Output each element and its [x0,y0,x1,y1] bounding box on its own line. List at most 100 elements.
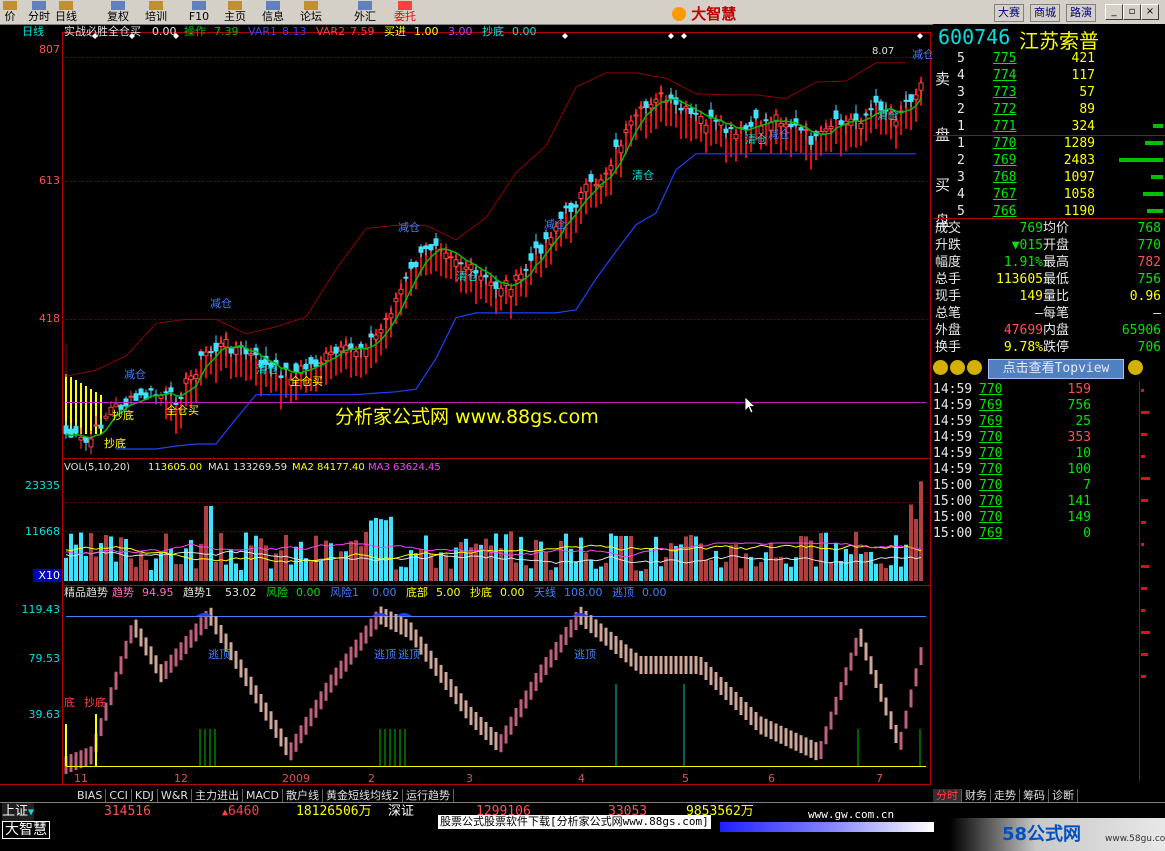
toolbar-icon [266,1,280,10]
indicator-tab-4[interactable]: 主力进出 [192,789,243,803]
stat-key: 换手 [935,340,962,355]
stock-code: 600746 [938,25,1011,49]
volume-bar [319,561,323,581]
toolbar-button-8[interactable]: 论坛 [296,0,326,24]
restore-icon[interactable]: ▫ [1123,4,1141,20]
volume-bar [784,563,788,581]
index-sz-label[interactable]: 深证 [388,803,414,820]
tick-row: 14:59 770 353 [933,429,1165,446]
volume-bar [334,559,338,581]
toolbar-button-3[interactable]: 复权 [104,0,132,24]
toolbar-label: 信息 [262,10,284,23]
candle-body [183,378,189,384]
toolbar-button-5[interactable]: F10 [186,0,212,24]
candle-body [148,388,154,391]
indicator-tab-7[interactable]: 黄金短线均线2 [323,789,403,803]
sell-row[interactable]: 5 775 421 [933,50,1165,67]
candle-body [308,357,314,365]
volume-bar [544,552,548,581]
buy-row[interactable]: 1 770 1289 [933,135,1165,152]
main-indicator-item: 7.39 [214,25,239,38]
close-icon[interactable]: × [1141,4,1159,20]
buy-row[interactable]: 2 769 2483 [933,152,1165,169]
candle-body [703,124,709,134]
panel-tab-1[interactable]: 财务 [962,789,991,803]
tick-price: 770 [979,510,1003,525]
candle-body [208,351,214,354]
topview-button[interactable]: 点击查看Topview [988,359,1124,379]
trend-indicator-item: 108.00 [564,586,603,599]
toolbar-icon [304,1,318,10]
x-axis-label: 3 [466,772,473,785]
volume-bar [309,561,313,581]
volume-bar [854,531,858,581]
toolbar-button-4[interactable]: 培训 [142,0,170,24]
kline-chart-area[interactable]: 807 613 418 23335 11668 X10 119.43 79.53 39.63 日线… [0,24,934,800]
indicator-tab-0[interactable]: BIAS [74,789,107,803]
buy-row[interactable]: 4 767 1058 [933,186,1165,203]
indicator-tab-3[interactable]: W&R [158,789,192,803]
ad-banner[interactable]: 股票公式股票软件下载[分析家公式网www.88gs.com] [438,815,711,829]
volume-bar [189,540,193,581]
brand-label: 大智慧 [2,821,50,839]
panel-tab-0[interactable]: 分时 [933,789,962,803]
candle-body [448,256,454,259]
toolbar-button-1[interactable]: 分时 [26,0,52,24]
trend-indicator-item: 0.00 [296,586,321,599]
volume-bar [199,543,203,581]
volume-bar [584,553,588,581]
index-sh-change: ▲6460 [222,804,260,819]
toolbar-button-6[interactable]: 主页 [220,0,250,24]
level-volume: 1289 [1063,136,1095,151]
circle-icon[interactable] [933,360,948,375]
sell-row[interactable]: 2 772 89 [933,101,1165,118]
index-sh-label[interactable]: 上证▼ [2,803,35,821]
indicator-tab-5[interactable]: MACD [243,789,283,803]
circle-icon[interactable] [950,360,965,375]
tick-price: 769 [979,398,1003,413]
level-price: 767 [993,187,1017,202]
x-axis-label: 5 [682,772,689,785]
circle-icon[interactable] [967,360,982,375]
sell-row[interactable]: 1 771 324 [933,118,1165,135]
indicator-tab-1[interactable]: CCI [106,789,132,803]
tick-volume: 0 [1083,526,1091,541]
candle-body [728,127,734,130]
toolbar-button-2[interactable]: 日线 [54,0,78,24]
panel-tab-2[interactable]: 走势 [991,789,1020,803]
panel-tab-4[interactable]: 诊断 [1049,789,1078,803]
volume-bar [504,534,508,581]
level-volume: 2483 [1063,153,1095,168]
high-price-marker: 8.07 [872,46,894,57]
volume-bar [244,532,248,581]
buy-row[interactable]: 3 768 1097 [933,169,1165,186]
link-roadshow[interactable]: 路演 [1066,4,1096,22]
volume-bar [839,560,843,581]
vol-ma2: MA2 84177.40 [292,462,365,473]
panel-tab-3[interactable]: 筹码 [1020,789,1049,803]
link-mall[interactable]: 商城 [1030,4,1060,22]
toolbar-button-9[interactable]: 外汇 [348,0,382,24]
tick-volume-bar [1141,477,1150,480]
link-contest[interactable]: 大赛 [994,4,1024,22]
indicator-tab-6[interactable]: 散户线 [283,789,323,803]
volume-bar [219,533,223,581]
website-url[interactable]: www.gw.com.cn [808,806,894,823]
indicator-tab-2[interactable]: KDJ [132,789,158,803]
sell-row[interactable]: 4 774 117 [933,67,1165,84]
index-sh-value: 314516 [104,804,151,819]
volume-bar [719,567,723,581]
tick-time: 14:59 [933,462,973,477]
candle-body [658,92,664,95]
candle-body [823,128,829,132]
volume-bar [634,570,638,581]
toolbar-button-0[interactable]: 价 [0,0,20,24]
indicator-tab-8[interactable]: 运行趋势 [403,789,454,803]
sell-row[interactable]: 3 773 57 [933,84,1165,101]
circle-icon[interactable] [1128,360,1143,375]
toolbar-button-10[interactable]: 委托 [390,0,420,24]
toolbar-button-7[interactable]: 信息 [258,0,288,24]
minimize-icon[interactable]: _ [1105,4,1123,20]
stat-key: 外盘 [935,323,962,338]
tick-scrollbar[interactable] [1139,381,1140,781]
